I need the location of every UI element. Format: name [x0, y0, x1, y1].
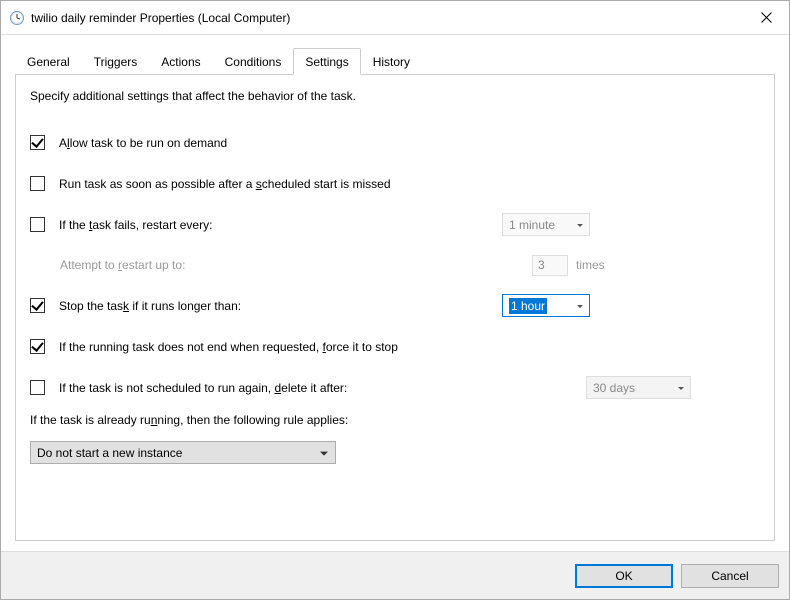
checkbox-force-stop[interactable] — [30, 339, 45, 354]
label-stop-if-longer: Stop the task if it runs longer than: — [59, 299, 241, 313]
dropdown-running-rule[interactable]: Do not start a new instance — [30, 441, 336, 464]
dropdown-restart-interval: 1 minute — [502, 213, 590, 236]
label-running-rule: If the task is already running, then the… — [30, 413, 348, 427]
window-title: twilio daily reminder Properties (Local … — [31, 11, 743, 25]
checkbox-stop-if-longer[interactable] — [30, 298, 45, 313]
chevron-down-icon — [320, 451, 328, 455]
dialog-footer: OK Cancel — [1, 551, 789, 599]
dropdown-stop-duration[interactable]: 1 hour — [502, 294, 590, 317]
tab-actions[interactable]: Actions — [149, 48, 212, 75]
label-run-asap: Run task as soon as possible after a sch… — [59, 177, 391, 191]
clock-icon — [9, 10, 25, 26]
checkbox-run-asap[interactable] — [30, 176, 45, 191]
label-times-suffix: times — [576, 258, 605, 272]
label-allow-on-demand: Allow task to be run on demand — [59, 136, 227, 150]
settings-intro: Specify additional settings that affect … — [30, 89, 760, 103]
chevron-down-icon — [678, 386, 684, 389]
tab-triggers[interactable]: Triggers — [82, 48, 150, 75]
close-button[interactable] — [743, 1, 789, 34]
settings-panel: Specify additional settings that affect … — [15, 74, 775, 541]
titlebar: twilio daily reminder Properties (Local … — [1, 1, 789, 35]
checkbox-delete-after[interactable] — [30, 380, 45, 395]
label-restart-attempts: Attempt to restart up to: — [60, 258, 185, 272]
tab-settings[interactable]: Settings — [293, 48, 360, 75]
label-restart-if-fails: If the task fails, restart every: — [59, 218, 212, 232]
chevron-down-icon — [577, 304, 583, 307]
tab-general[interactable]: General — [15, 48, 82, 75]
tab-history[interactable]: History — [361, 48, 422, 75]
input-restart-attempts: 3 — [532, 255, 568, 276]
ok-button[interactable]: OK — [575, 564, 673, 588]
label-delete-after: If the task is not scheduled to run agai… — [59, 381, 347, 395]
cancel-button[interactable]: Cancel — [681, 564, 779, 588]
checkbox-restart-if-fails[interactable] — [30, 217, 45, 232]
tab-conditions[interactable]: Conditions — [213, 48, 294, 75]
dropdown-delete-after: 30 days — [586, 376, 691, 399]
chevron-down-icon — [577, 223, 583, 226]
close-icon — [761, 12, 772, 23]
tab-strip: General Triggers Actions Conditions Sett… — [15, 47, 775, 74]
label-force-stop: If the running task does not end when re… — [59, 340, 398, 354]
checkbox-allow-on-demand[interactable] — [30, 135, 45, 150]
